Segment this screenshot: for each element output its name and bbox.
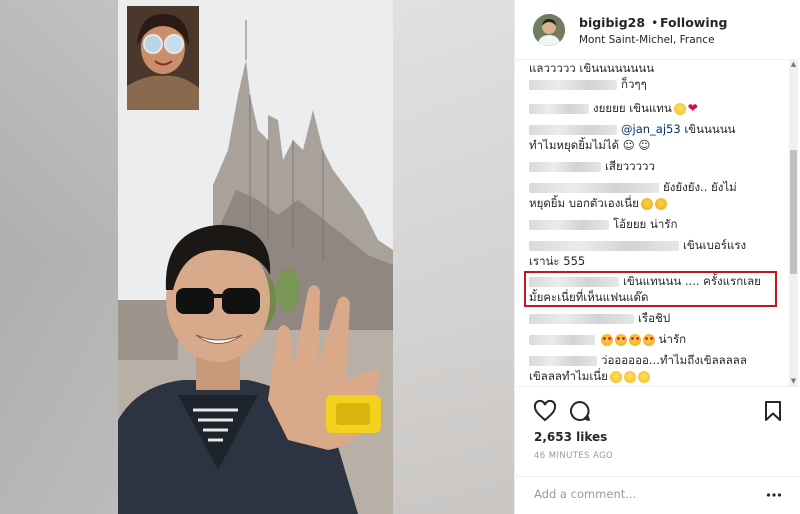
comment-item: แลววววว เขินนนนนนนน (529, 60, 779, 77)
heart-emoji-icon: ❤ (687, 101, 698, 115)
following-button[interactable]: Following (660, 15, 727, 30)
media-blur-right (393, 0, 514, 514)
comment-text: งยยยย เขินแทน (593, 101, 672, 115)
comment-text: โอ้ยยย น่ารัก (613, 217, 678, 231)
comment-text: เขิลลลทำไมเนี่ย (529, 369, 608, 383)
comment-text: ว่ออออออ...ทำไมถึงเขิลลลลล (601, 353, 747, 367)
comment-item: งยยยย เขินแทน ❤ (529, 100, 779, 117)
comment-text: เขินเบอร์แรง (683, 238, 747, 252)
blurred-username (529, 334, 595, 345)
comment-item: ว่ออออออ...ทำไมถึงเขิลลลลล (529, 352, 779, 369)
comment-item: หยุดยิ้ม บอกตัวเองเนี่ย (529, 195, 779, 212)
blurred-username (529, 355, 597, 366)
avatar[interactable] (533, 14, 565, 46)
blurred-username (529, 124, 617, 135)
smile-emoji-icon (609, 370, 622, 383)
comment-text: เสียววววว (605, 159, 655, 173)
comment-item: เขินเบอร์แรง (529, 237, 779, 254)
comment-bubble-icon[interactable] (568, 399, 592, 423)
comment-item: เราน่ะ 555 (529, 253, 779, 270)
comment-text: แลววววว เขินนนนนนนน (529, 61, 655, 75)
bookmark-icon[interactable] (761, 399, 785, 423)
blurred-username (529, 103, 589, 114)
comment-item: เขิลลลทำไมเนี่ย (529, 368, 779, 385)
post-actions: 2,653 likes 46 MINUTES AGO (515, 386, 800, 476)
comment-item: น่ารัก (529, 331, 779, 348)
add-comment-bar (515, 476, 800, 514)
blurred-username (529, 240, 679, 251)
grin-emoji-icon (654, 197, 667, 210)
comment-text: เรือชิป (638, 311, 671, 325)
post-header: bigibig28 • Following Mont Saint-Michel,… (515, 0, 800, 60)
scroll-up-arrow-icon[interactable]: ▲ (789, 60, 798, 69)
inset-photo (127, 6, 199, 110)
blurred-username (529, 219, 609, 230)
heart-eyes-emoji-icon (629, 333, 641, 346)
more-options-icon[interactable] (766, 487, 782, 503)
comment-item: เรือชิป (529, 310, 779, 327)
comment-item: ทำไมหยุดยิ้มไม่ได้ ☺ ☺ (529, 137, 779, 154)
heart-icon[interactable] (533, 399, 557, 423)
avatar-image (533, 14, 565, 46)
smile-emoji-icon (623, 370, 636, 383)
inset-photo-illustration (127, 6, 199, 110)
highlight-box (524, 271, 777, 307)
heart-eyes-emoji-icon (643, 333, 655, 346)
scrollbar-thumb[interactable] (790, 150, 797, 274)
heart-eyes-emoji-icon (601, 333, 613, 346)
comment-text: ทำไมหยุดยิ้มไม่ได้ ☺ ☺ (529, 138, 651, 152)
smile-emoji-icon (637, 370, 650, 383)
smile-emoji-icon (673, 102, 686, 115)
comment-text: เราน่ะ 555 (529, 254, 586, 268)
media-blur-left (0, 0, 118, 514)
comment-text: ยังยังยัง.. ยังไม่ (663, 180, 737, 194)
comment-text: หยุดยิ้ม บอกตัวเองเนี่ย (529, 196, 639, 210)
comments-list: แลววววว เขินนนนนนนน ก็วๆๆ งยยยย เขินแทน ❤… (529, 60, 791, 386)
blurred-username (529, 313, 634, 324)
add-comment-input[interactable] (534, 485, 754, 503)
comments-scrollbar[interactable]: ▲ ▼ (789, 60, 798, 386)
blurred-username (529, 161, 601, 172)
comment-item: @jan_aj53 เขินนนนน (529, 121, 779, 138)
post-media[interactable] (0, 0, 514, 514)
comment-text: เขินนนนน (684, 122, 736, 136)
comment-item: ยังยังยัง.. ยังไม่ (529, 179, 779, 196)
blurred-username (529, 182, 659, 193)
location-link[interactable]: Mont Saint-Michel, France (579, 34, 715, 46)
comment-item: ก็วๆๆ (529, 76, 779, 93)
header-separator: • (651, 15, 659, 30)
likes-count[interactable]: 2,653 likes (534, 430, 607, 444)
comment-text: ก็วๆๆ (621, 77, 647, 91)
username-link[interactable]: bigibig28 (579, 15, 645, 30)
scroll-down-arrow-icon[interactable]: ▼ (789, 377, 798, 386)
blurred-username (529, 79, 617, 90)
post-panel: bigibig28 • Following Mont Saint-Michel,… (514, 0, 800, 514)
comment-text: น่ารัก (658, 332, 687, 346)
mention-link[interactable]: @jan_aj53 (621, 122, 681, 136)
heart-eyes-emoji-icon (615, 333, 627, 346)
comment-item: โอ้ยยย น่ารัก (529, 216, 779, 233)
comment-item: เสียววววว (529, 158, 779, 175)
grin-emoji-icon (640, 197, 653, 210)
post-timestamp[interactable]: 46 MINUTES AGO (534, 451, 613, 461)
